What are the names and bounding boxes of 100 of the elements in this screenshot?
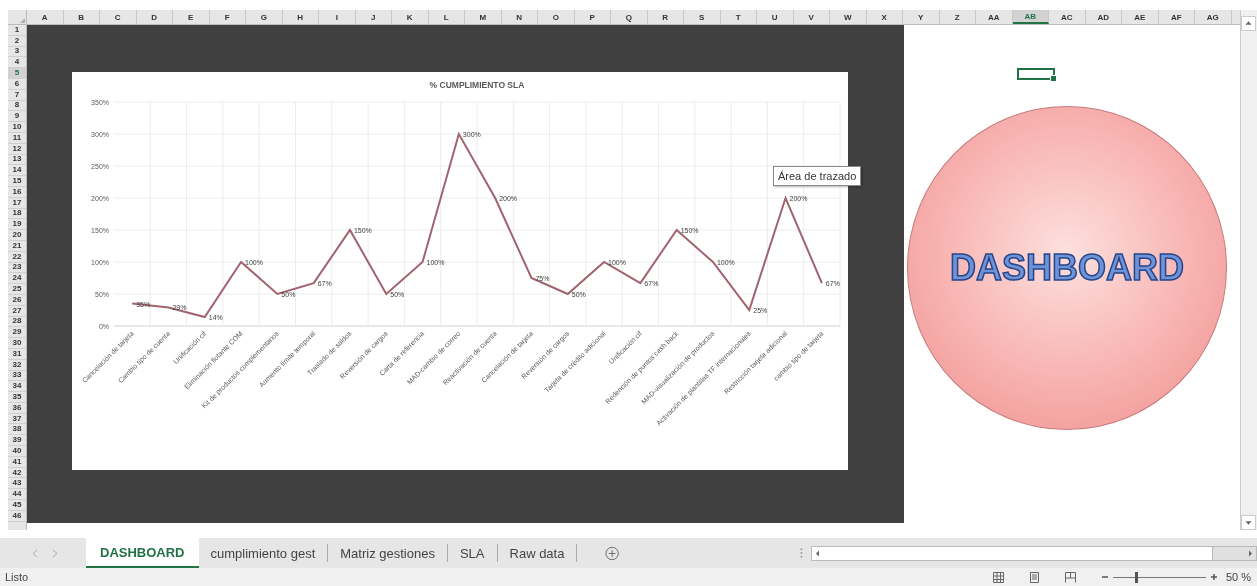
row-header[interactable]: 40 [8,446,26,457]
column-header[interactable]: E [173,10,210,24]
row-header[interactable]: 37 [8,413,26,425]
sheet-tab[interactable]: cumplimiento gest [198,544,329,562]
row-header[interactable]: 27 [8,305,26,317]
row-header[interactable]: 26 [8,294,26,306]
row-header[interactable]: 13 [8,154,26,166]
row-header[interactable]: 44 [8,489,26,501]
row-header[interactable]: 10 [8,122,26,133]
row-header[interactable]: 24 [8,273,26,285]
column-header[interactable]: O [538,10,575,24]
row-header[interactable]: 35 [8,392,26,403]
column-header[interactable]: Q [611,10,648,24]
column-header[interactable]: B [63,10,100,24]
row-header[interactable]: 14 [8,165,26,177]
row-header[interactable]: 1 [8,25,26,36]
row-header[interactable]: 5 [8,68,26,79]
row-header[interactable]: 30 [8,338,26,349]
sheet-tab[interactable]: Matriz gestiones [328,544,448,562]
column-header[interactable]: AD [1085,10,1122,24]
column-header[interactable]: X [866,10,903,24]
add-sheet-icon[interactable] [605,545,620,561]
row-header[interactable]: 18 [8,208,26,220]
column-header[interactable]: V [793,10,830,24]
row-header[interactable]: 31 [8,348,26,360]
scroll-up-icon[interactable] [1241,16,1256,31]
page-break-icon[interactable] [1064,571,1076,583]
column-header[interactable]: Y [903,10,940,24]
row-header[interactable]: 45 [8,500,26,511]
column-header[interactable]: AC [1049,10,1086,24]
column-header[interactable]: I [319,10,356,24]
row-header[interactable]: 38 [8,424,26,436]
sheet-tab[interactable]: Raw data [497,544,578,562]
sheet-tab[interactable]: DASHBOARD [86,538,199,568]
row-header[interactable]: 28 [8,316,26,328]
row-header[interactable]: 41 [8,456,26,468]
column-header[interactable]: AG [1195,10,1232,24]
column-header[interactable]: U [757,10,794,24]
column-header[interactable]: T [720,10,757,24]
row-header[interactable]: 6 [8,79,26,90]
row-header[interactable]: 9 [8,111,26,123]
row-header[interactable]: 36 [8,402,26,414]
shape-text: DASHBOARD [950,247,1184,289]
row-header[interactable]: 19 [8,219,26,231]
row-header[interactable]: 39 [8,435,26,447]
zoom-level[interactable]: 50 % [1217,571,1257,583]
row-header[interactable]: 22 [8,251,26,263]
row-header[interactable]: 46 [8,510,26,522]
status-text: Listo [4,571,29,583]
row-header[interactable]: 29 [8,327,26,339]
column-header[interactable]: L [428,10,465,24]
column-header[interactable]: AE [1122,10,1159,24]
column-header[interactable]: F [209,10,246,24]
zoom-out-icon[interactable] [1100,573,1109,581]
row-header[interactable]: 7 [8,89,26,101]
vertical-scrollbar[interactable] [1240,10,1257,530]
row-header[interactable]: 11 [8,132,26,144]
page-layout-icon[interactable] [1028,571,1040,583]
column-header[interactable]: AA [976,10,1013,24]
column-header[interactable]: W [830,10,867,24]
grid-view-icon[interactable] [992,571,1004,583]
column-header[interactable]: P [574,10,611,24]
row-header[interactable]: 3 [8,46,26,58]
row-header[interactable]: 21 [8,240,26,252]
column-header[interactable]: N [501,10,538,24]
scroll-down-icon[interactable] [1241,515,1256,530]
row-header[interactable]: 33 [8,370,26,382]
row-header[interactable]: 12 [8,143,26,155]
row-header[interactable]: 17 [8,197,26,209]
column-header[interactable]: A [27,10,64,24]
column-header[interactable]: K [392,10,429,24]
row-header[interactable]: 42 [8,467,26,479]
zoom-slider-thumb[interactable] [1134,571,1138,583]
grip-icon[interactable] [799,547,803,559]
horizontal-scrollbar[interactable] [810,545,1257,561]
column-header[interactable]: AF [1158,10,1195,24]
row-header[interactable]: 8 [8,100,26,112]
row-header[interactable]: 16 [8,186,26,198]
row-header[interactable]: 23 [8,262,26,274]
row-header[interactable]: 43 [8,478,26,490]
column-header[interactable]: C [100,10,137,24]
sheet-tab[interactable]: SLA [447,544,498,562]
column-header[interactable]: H [282,10,319,24]
column-header[interactable]: S [684,10,721,24]
zoom-in-icon[interactable] [1209,573,1218,581]
row-header[interactable]: 15 [8,176,26,187]
column-header[interactable]: J [355,10,392,24]
row-header[interactable]: 32 [8,359,26,371]
row-header[interactable]: 20 [8,230,26,241]
tooltip: Área de trazado [773,166,862,186]
column-header[interactable]: AB [1012,10,1049,24]
row-header[interactable]: 2 [8,35,26,47]
row-header[interactable]: 25 [8,284,26,295]
column-header[interactable]: R [647,10,684,24]
column-header[interactable]: D [136,10,173,24]
column-header[interactable]: M [465,10,502,24]
column-header[interactable]: G [246,10,283,24]
row-header[interactable]: 34 [8,381,26,393]
cell-cursor[interactable] [1017,68,1055,80]
column-header[interactable]: Z [939,10,976,24]
